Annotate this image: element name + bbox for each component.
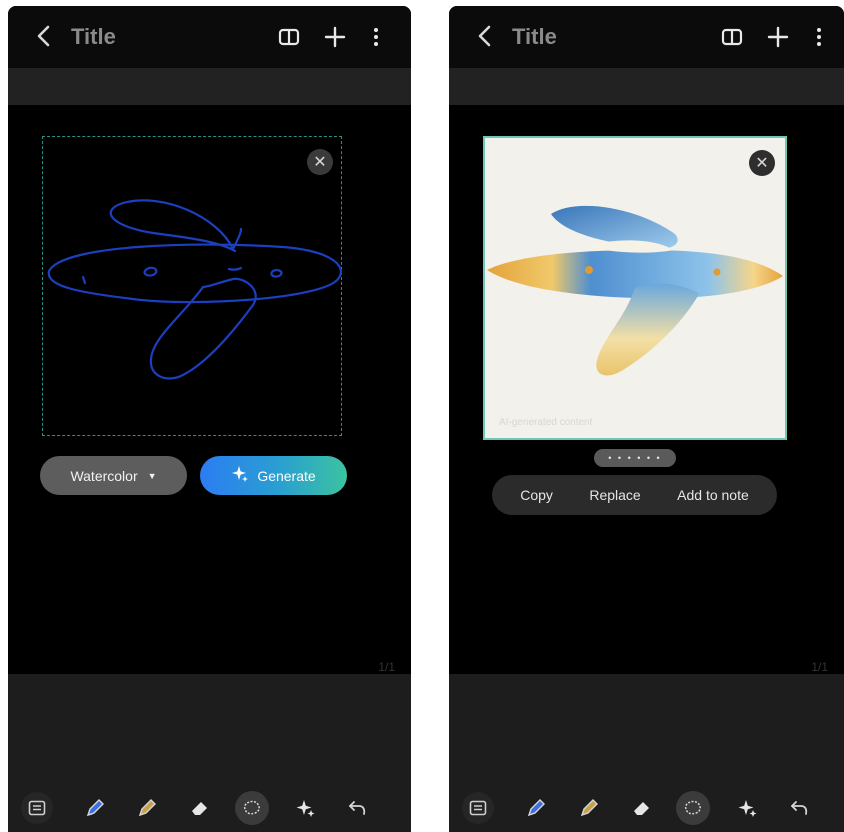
text-box-icon[interactable] [21, 792, 53, 824]
copy-button[interactable]: Copy [520, 487, 553, 503]
highlighter-icon[interactable] [131, 792, 163, 824]
watercolor-plane-image [487, 205, 783, 376]
lasso-icon[interactable] [676, 791, 710, 825]
page-indicator: 1/1 [378, 660, 395, 674]
close-icon[interactable]: ✕ [307, 149, 333, 175]
style-dropdown-label: Watercolor [70, 467, 138, 484]
pen-icon[interactable] [79, 792, 111, 824]
sketch-selection[interactable]: ✕ [42, 136, 343, 436]
more-icon[interactable] [362, 22, 390, 52]
page-indicator: 1/1 [811, 660, 828, 674]
ai-assist-icon[interactable] [290, 792, 322, 824]
pen-icon[interactable] [520, 792, 552, 824]
style-dropdown[interactable]: Watercolor ▼ [40, 456, 187, 495]
more-icon[interactable] [805, 22, 833, 52]
generate-button[interactable]: Generate [200, 456, 347, 495]
reading-mode-icon[interactable] [718, 22, 746, 52]
ai-assist-icon[interactable] [732, 792, 764, 824]
sketch-drawing [47, 199, 343, 380]
top-app-bar: Title [8, 6, 411, 68]
eraser-icon[interactable] [626, 792, 658, 824]
text-box-icon[interactable] [462, 792, 494, 824]
generated-image[interactable]: AI-generated content ✕ [483, 136, 787, 440]
highlighter-icon[interactable] [573, 792, 605, 824]
undo-icon[interactable] [784, 792, 816, 824]
add-icon[interactable] [321, 22, 349, 52]
replace-button[interactable]: Replace [589, 487, 640, 503]
toolbar-strip [8, 68, 411, 105]
context-menu: Copy Replace Add to note [492, 475, 777, 515]
reading-mode-icon[interactable] [275, 22, 303, 52]
chevron-down-icon: ▼ [147, 470, 157, 481]
close-icon[interactable]: ✕ [749, 150, 775, 176]
generated-screen: Title AI-generated content ✕ • • • • • •… [449, 6, 844, 832]
eraser-icon[interactable] [184, 792, 216, 824]
lasso-icon[interactable] [235, 791, 269, 825]
page-title[interactable]: Title [71, 24, 116, 50]
page-title[interactable]: Title [512, 24, 557, 50]
generate-label: Generate [257, 467, 316, 484]
undo-icon[interactable] [342, 792, 374, 824]
add-icon[interactable] [764, 22, 792, 52]
back-icon[interactable] [30, 21, 56, 51]
sketch-screen: Title ✕ Watercolor ▼ Generate 1/1 [8, 6, 411, 832]
back-icon[interactable] [471, 21, 497, 51]
top-app-bar: Title [449, 6, 844, 68]
add-to-note-button[interactable]: Add to note [677, 487, 749, 503]
image-pager[interactable]: • • • • • • [594, 449, 676, 467]
ai-watermark: AI-generated content [499, 417, 593, 428]
sparkle-icon [231, 465, 249, 486]
toolbar-strip [449, 68, 844, 105]
